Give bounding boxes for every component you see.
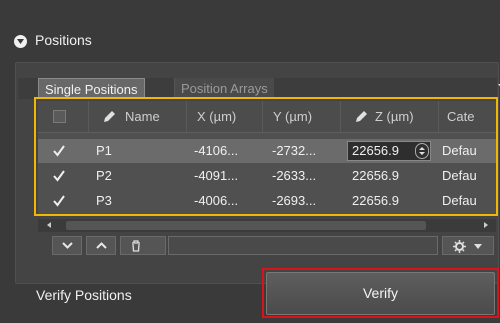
move-up-button[interactable] (86, 236, 116, 255)
verify-highlight-box (262, 268, 499, 318)
tab-bar: Single Positions Position Arrays (18, 78, 500, 99)
table-highlight-box (34, 97, 498, 216)
scroll-left-icon[interactable] (47, 222, 51, 228)
chevron-up-icon (96, 242, 107, 249)
delete-button[interactable] (120, 236, 166, 255)
section-title: Positions (35, 32, 92, 48)
positions-section-header[interactable]: Positions (0, 26, 500, 56)
dropdown-arrow-icon (474, 244, 482, 249)
collapse-icon[interactable] (14, 35, 27, 48)
settings-button[interactable] (442, 236, 494, 255)
horizontal-scrollbar[interactable] (38, 219, 496, 232)
toolbar-spacer (168, 236, 438, 255)
scrollbar-thumb[interactable] (66, 221, 426, 230)
tab-position-arrays[interactable]: Position Arrays (174, 78, 274, 99)
verify-positions-label: Verify Positions (36, 287, 132, 303)
chevron-down-icon (62, 242, 73, 249)
scroll-right-icon[interactable] (484, 222, 488, 228)
trash-icon (132, 240, 140, 252)
tab-single-positions[interactable]: Single Positions (38, 78, 145, 99)
move-down-button[interactable] (52, 236, 82, 255)
gear-icon (453, 240, 466, 253)
